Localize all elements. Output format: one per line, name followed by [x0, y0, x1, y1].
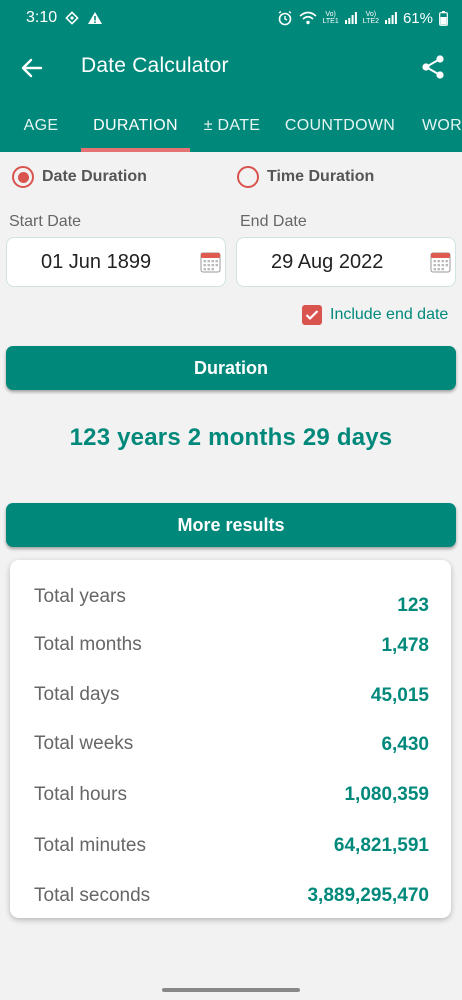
tab-bar: AGE DURATION ± DATE COUNTDOWN WORK: [0, 100, 462, 152]
signal-icon: [384, 12, 397, 24]
tab-work[interactable]: WORK: [414, 100, 462, 152]
signal-icon: [344, 12, 357, 24]
alarm-icon: [277, 10, 293, 26]
tab-duration[interactable]: DURATION: [81, 100, 190, 152]
total-hours-value: 1,080,359: [344, 784, 429, 805]
include-end-date-option[interactable]: Include end date: [302, 305, 448, 325]
total-minutes-value: 64,821,591: [333, 835, 429, 856]
back-arrow-icon[interactable]: [18, 54, 46, 82]
time-duration-label: Time Duration: [267, 168, 375, 185]
start-date-field[interactable]: 01 Jun 1899: [6, 237, 226, 287]
status-time: 3:10: [26, 9, 58, 26]
mode-selector: Date Duration Time Duration: [0, 166, 462, 194]
duration-result: 123 years 2 months 29 days: [69, 424, 393, 451]
end-date-value: 29 Aug 2022: [271, 251, 384, 273]
tab-plus-minus-date[interactable]: ± DATE: [198, 100, 266, 152]
page-title: Date Calculator: [81, 54, 229, 77]
start-date-label: Start Date: [9, 213, 82, 230]
include-end-date-label: Include end date: [330, 306, 449, 323]
checkbox-checked-icon[interactable]: [302, 305, 322, 325]
tab-countdown[interactable]: COUNTDOWN: [280, 100, 400, 152]
time-duration-radio[interactable]: Time Duration: [237, 166, 374, 188]
total-weeks-value: 6,430: [381, 734, 429, 755]
tab-age[interactable]: AGE: [14, 100, 68, 152]
total-minutes-label: Total minutes: [34, 835, 146, 856]
battery-icon: [439, 10, 448, 26]
start-date-value: 01 Jun 1899: [41, 251, 152, 273]
active-tab-indicator: [81, 148, 190, 152]
share-icon[interactable]: [420, 54, 448, 82]
total-seconds-value: 3,889,295,470: [307, 885, 429, 906]
total-seconds-label: Total seconds: [34, 885, 151, 906]
calendar-icon[interactable]: [200, 251, 221, 273]
battery-percent: 61%: [402, 9, 433, 27]
total-weeks-label: Total weeks: [34, 733, 134, 754]
total-years-value: 123: [397, 595, 429, 616]
duration-button[interactable]: Duration: [6, 346, 456, 390]
date-duration-radio[interactable]: Date Duration: [12, 166, 147, 188]
date-duration-label: Date Duration: [42, 168, 147, 185]
gesture-navigation-bar[interactable]: [162, 988, 300, 992]
total-months-label: Total months: [34, 634, 142, 655]
sim2-indicator: Vo) LTE2: [362, 11, 379, 25]
total-months-value: 1,478: [381, 635, 429, 656]
calendar-icon[interactable]: [430, 251, 451, 273]
total-days-label: Total days: [34, 684, 120, 705]
navigation-diamond-icon: [65, 11, 79, 25]
status-bar: 3:10 Vo) LTE1 Vo) LTE2 61%: [0, 0, 462, 36]
app-bar: Date Calculator: [0, 36, 462, 100]
results-card: Total years 123 Total months 1,478 Total…: [10, 560, 451, 918]
more-results-button[interactable]: More results: [6, 503, 456, 547]
end-date-label: End Date: [240, 213, 307, 230]
sim1-indicator: Vo) LTE1: [322, 11, 339, 25]
warning-icon: [87, 11, 103, 25]
total-days-value: 45,015: [370, 685, 429, 706]
wifi-icon: [299, 11, 317, 25]
total-years-label: Total years: [34, 586, 126, 607]
total-hours-label: Total hours: [34, 784, 127, 805]
radio-unselected-icon: [237, 166, 259, 188]
radio-selected-icon: [12, 166, 34, 188]
end-date-field[interactable]: 29 Aug 2022: [236, 237, 456, 287]
